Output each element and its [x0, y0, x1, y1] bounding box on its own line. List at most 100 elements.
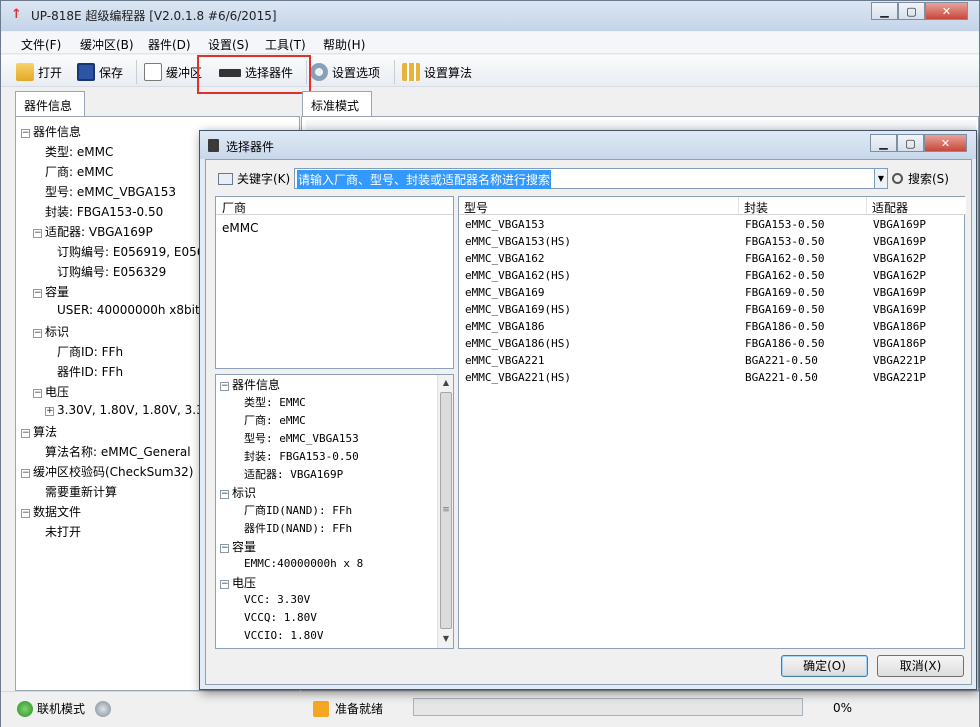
collapse-icon[interactable]: −	[33, 289, 42, 298]
info-tree-item[interactable]: 型号: eMMC_VBGA153	[244, 430, 359, 446]
column-header-model[interactable]: 型号	[459, 197, 739, 215]
info-tree-item[interactable]: EMMC:40000000h x 8	[244, 556, 363, 570]
package-cell: FBGA153-0.50	[745, 235, 825, 248]
info-tree-item[interactable]: 适配器: VBGA169P	[244, 466, 343, 482]
collapse-icon[interactable]: −	[21, 509, 30, 518]
column-header-adapter[interactable]: 适配器	[867, 197, 966, 215]
info-tree-item[interactable]: − 器件信息	[220, 376, 280, 393]
tree-item[interactable]: − 数据文件	[21, 503, 81, 520]
close-icon[interactable]: ✕	[924, 134, 967, 152]
tree-item[interactable]: 需要重新计算	[45, 483, 117, 500]
tree-item[interactable]: − 标识	[33, 323, 69, 340]
minimize-icon[interactable]: ▁	[870, 134, 897, 152]
info-tree-label: 厂商ID(NAND): FFh	[244, 504, 353, 517]
tree-item[interactable]: − 器件信息	[21, 123, 81, 140]
table-row[interactable]: eMMC_VBGA221(HS) BGA221-0.50 VBGA221P	[459, 370, 964, 387]
tree-item[interactable]: 类型: eMMC	[45, 143, 113, 160]
tree-item[interactable]: 厂商ID: FFh	[57, 343, 123, 360]
table-row[interactable]: eMMC_VBGA153(HS) FBGA153-0.50 VBGA169P	[459, 234, 964, 251]
minimize-icon[interactable]: ▁	[871, 2, 898, 20]
menu-tools[interactable]: 工具(T)	[265, 36, 306, 53]
collapse-icon[interactable]: −	[33, 329, 42, 338]
maximize-icon[interactable]: ▢	[897, 134, 924, 152]
table-row[interactable]: eMMC_VBGA221 BGA221-0.50 VBGA221P	[459, 353, 964, 370]
info-tree-item[interactable]: − 电压	[220, 574, 256, 591]
menu-device[interactable]: 器件(D)	[148, 36, 191, 53]
search-input[interactable]: 请输入厂商、型号、封装或适配器名称进行搜索	[294, 168, 875, 189]
table-row[interactable]: eMMC_VBGA162 FBGA162-0.50 VBGA162P	[459, 251, 964, 268]
gear-icon	[310, 63, 328, 81]
search-icon	[892, 173, 903, 184]
cancel-button[interactable]: 取消(X)	[877, 655, 964, 677]
tree-item[interactable]: +3.30V, 1.80V, 1.80V, 3.30	[45, 403, 211, 417]
tree-item[interactable]: 器件ID: FFh	[57, 363, 123, 380]
expand-icon[interactable]: +	[45, 407, 54, 416]
scroll-thumb[interactable]: ≡	[440, 392, 452, 629]
ok-button[interactable]: 确定(O)	[781, 655, 868, 677]
table-row[interactable]: eMMC_VBGA169 FBGA169-0.50 VBGA169P	[459, 285, 964, 302]
info-tree-item[interactable]: − 标识	[220, 484, 256, 501]
open-button[interactable]: 打开	[16, 61, 62, 83]
collapse-icon[interactable]: −	[33, 229, 42, 238]
collapse-icon[interactable]: −	[21, 129, 30, 138]
tree-item[interactable]: − 缓冲区校验码(CheckSum32)	[21, 463, 193, 480]
table-row[interactable]: eMMC_VBGA153 FBGA153-0.50 VBGA169P	[459, 217, 964, 234]
table-row[interactable]: eMMC_VBGA186 FBGA186-0.50 VBGA186P	[459, 319, 964, 336]
tree-item[interactable]: 算法名称: eMMC_General	[45, 443, 191, 460]
vendor-item[interactable]: eMMC	[222, 221, 258, 235]
column-header-package[interactable]: 封装	[739, 197, 867, 215]
search-button[interactable]: 搜索(S)	[892, 168, 949, 189]
table-row[interactable]: eMMC_VBGA186(HS) FBGA186-0.50 VBGA186P	[459, 336, 964, 353]
save-button[interactable]: 保存	[77, 61, 123, 83]
info-tree-item[interactable]: VCCQ: 1.80V	[244, 610, 317, 624]
collapse-icon[interactable]: −	[21, 469, 30, 478]
maximize-icon[interactable]: ▢	[898, 2, 925, 20]
info-tree-item[interactable]: 封装: FBGA153-0.50	[244, 448, 359, 464]
menu-settings[interactable]: 设置(S)	[208, 36, 249, 53]
grid-icon	[402, 63, 420, 81]
scroll-up-icon[interactable]: ▲	[438, 375, 453, 391]
menu-file[interactable]: 文件(F)	[21, 36, 61, 53]
scrollbar[interactable]: ▲ ≡ ▼	[437, 375, 453, 648]
tree-item[interactable]: USER: 40000000h x8bit	[57, 303, 200, 317]
tree-item[interactable]: 订购编号: E056919, E056	[57, 243, 204, 260]
collapse-icon[interactable]: −	[220, 580, 229, 589]
tree-item[interactable]: 封装: FBGA153-0.50	[45, 203, 163, 220]
edit-icon	[144, 63, 162, 81]
info-tree-item[interactable]: 厂商ID(NAND): FFh	[244, 502, 352, 518]
scroll-down-icon[interactable]: ▼	[438, 631, 453, 647]
collapse-icon[interactable]: −	[33, 389, 42, 398]
tree-item[interactable]: 订购编号: E056329	[57, 263, 166, 280]
tree-item[interactable]: − 电压	[33, 383, 69, 400]
info-tree-item[interactable]: 类型: EMMC	[244, 394, 306, 410]
algorithm-button[interactable]: 设置算法	[402, 61, 472, 83]
close-icon[interactable]: ✕	[925, 2, 968, 20]
collapse-icon[interactable]: −	[220, 544, 229, 553]
menu-help[interactable]: 帮助(H)	[323, 36, 365, 53]
buffer-button[interactable]: 缓冲区	[144, 61, 202, 83]
tab-device-info[interactable]: 器件信息	[15, 91, 85, 117]
menu-buffer[interactable]: 缓冲区(B)	[80, 36, 134, 53]
table-row[interactable]: eMMC_VBGA169(HS) FBGA169-0.50 VBGA169P	[459, 302, 964, 319]
tree-item[interactable]: 厂商: eMMC	[45, 163, 113, 180]
collapse-icon[interactable]: −	[21, 429, 30, 438]
tree-item[interactable]: − 适配器: VBGA169P	[33, 223, 153, 240]
chevron-down-icon[interactable]: ▼	[875, 168, 888, 189]
vendor-column-header[interactable]: 厂商	[216, 197, 453, 215]
info-tree-item[interactable]: − 容量	[220, 538, 256, 555]
info-tree-item[interactable]: VCCIO: 1.80V	[244, 628, 323, 642]
tree-item[interactable]: − 算法	[21, 423, 57, 440]
tree-item[interactable]: 未打开	[45, 523, 81, 540]
tab-standard-mode[interactable]: 标准模式	[302, 91, 372, 117]
info-tree-item[interactable]: 器件ID(NAND): FFh	[244, 520, 352, 536]
info-tree-item[interactable]: VCC: 3.30V	[244, 592, 310, 606]
info-tree-item[interactable]: 厂商: eMMC	[244, 412, 306, 428]
tree-item[interactable]: − 容量	[33, 283, 69, 300]
window-title: UP-818E 超级编程器 [V2.0.1.8 #6/6/2015]	[31, 9, 277, 23]
collapse-icon[interactable]: −	[220, 382, 229, 391]
refresh-icon[interactable]	[95, 700, 112, 717]
tree-item[interactable]: 型号: eMMC_VBGA153	[45, 183, 176, 200]
settings-button[interactable]: 设置选项	[310, 61, 380, 83]
collapse-icon[interactable]: −	[220, 490, 229, 499]
table-row[interactable]: eMMC_VBGA162(HS) FBGA162-0.50 VBGA162P	[459, 268, 964, 285]
